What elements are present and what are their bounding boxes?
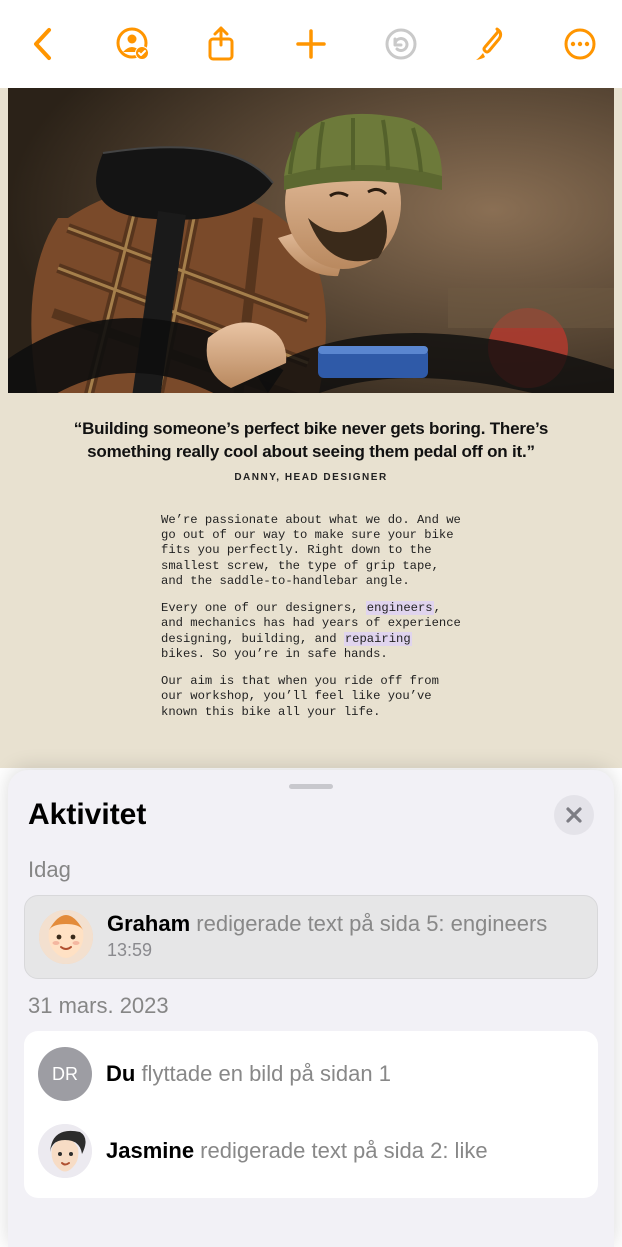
quote-attribution[interactable]: DANNY, HEAD DESIGNER [0, 472, 622, 483]
avatar: DR [38, 1047, 92, 1101]
avatar [38, 1124, 92, 1178]
activity-text: Jasmine redigerade text på sida 2: like [106, 1137, 488, 1165]
activity-item[interactable]: Graham redigerade text på sida 5: engine… [24, 895, 598, 979]
close-icon [565, 806, 583, 824]
paragraph[interactable]: We’re passionate about what we do. And w… [161, 513, 461, 589]
activity-item[interactable]: DR Du flyttade en bild på sidan 1 [38, 1047, 391, 1101]
avatar [39, 910, 93, 964]
activity-item[interactable]: Jasmine redigerade text på sida 2: like [38, 1124, 488, 1178]
undo-button[interactable] [371, 14, 431, 74]
activity-text: Du flyttade en bild på sidan 1 [106, 1060, 391, 1088]
memoji-icon [39, 910, 93, 964]
memoji-icon [38, 1124, 92, 1178]
format-brush-button[interactable] [460, 14, 520, 74]
hero-image [8, 88, 614, 393]
more-button[interactable] [550, 14, 610, 74]
sheet-title: Aktivitet [28, 798, 146, 832]
document-canvas[interactable]: “Building someone’s perfect bike never g… [0, 88, 622, 768]
body-text[interactable]: We’re passionate about what we do. And w… [161, 513, 461, 720]
back-button[interactable] [12, 14, 72, 74]
section-label-today: Idag [8, 843, 614, 895]
activity-sheet: Aktivitet Idag Graham redigerade text på… [8, 770, 614, 1247]
activity-time: 13:59 [107, 940, 547, 961]
highlight-engineers[interactable]: engineers [366, 601, 434, 615]
share-button[interactable] [191, 14, 251, 74]
highlight-repairing[interactable]: repairing [344, 632, 412, 646]
paragraph[interactable]: Every one of our designers, engineers, a… [161, 601, 461, 662]
sheet-grabber[interactable] [289, 784, 333, 789]
section-label-date: 31 mars. 2023 [8, 979, 614, 1031]
add-button[interactable] [281, 14, 341, 74]
pull-quote[interactable]: “Building someone’s perfect bike never g… [40, 418, 582, 464]
close-button[interactable] [554, 795, 594, 835]
activity-text: Graham redigerade text på sida 5: engine… [107, 910, 547, 938]
collaboration-button[interactable] [102, 14, 162, 74]
paragraph[interactable]: Our aim is that when you ride off from o… [161, 674, 461, 720]
toolbar [0, 0, 622, 88]
